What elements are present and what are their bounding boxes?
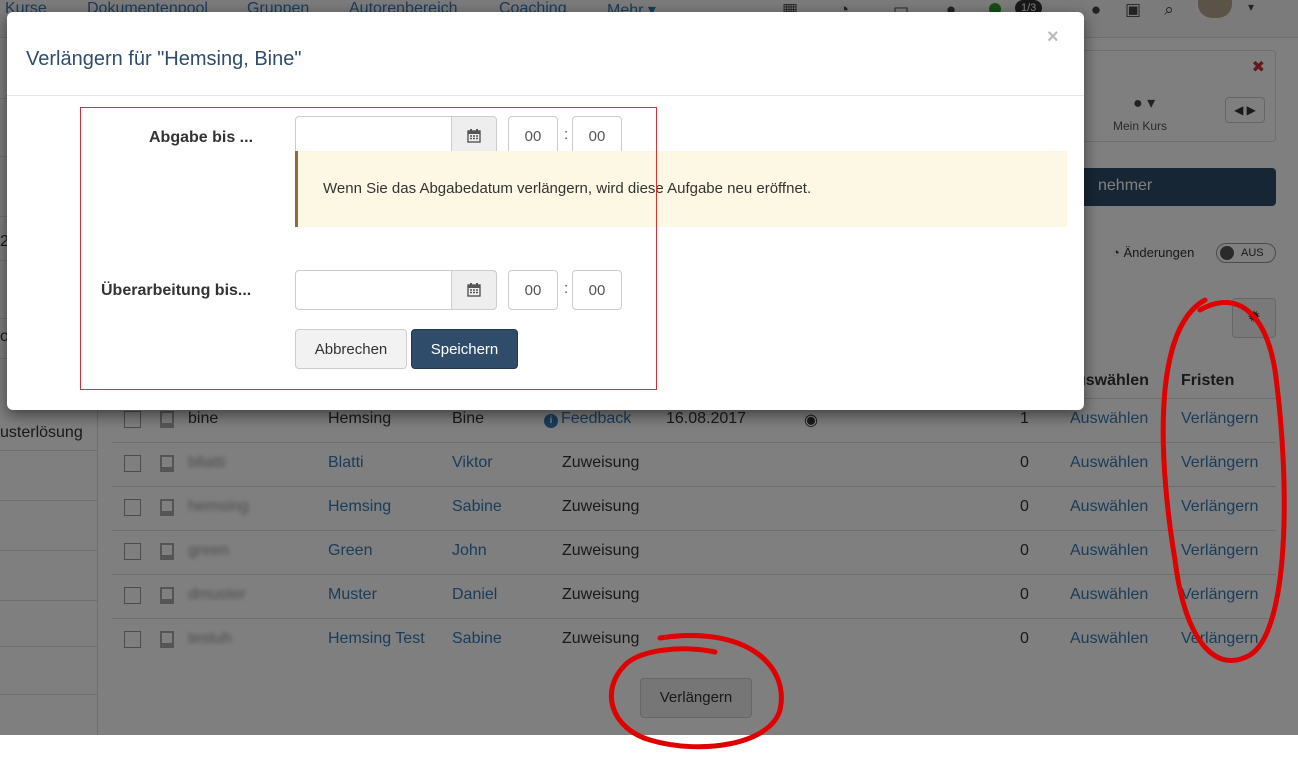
annotation-ellipses <box>608 297 1287 750</box>
annotation-ellipse-deadlines <box>1160 297 1287 663</box>
annotation-ellipse-bulk-button <box>608 633 784 750</box>
